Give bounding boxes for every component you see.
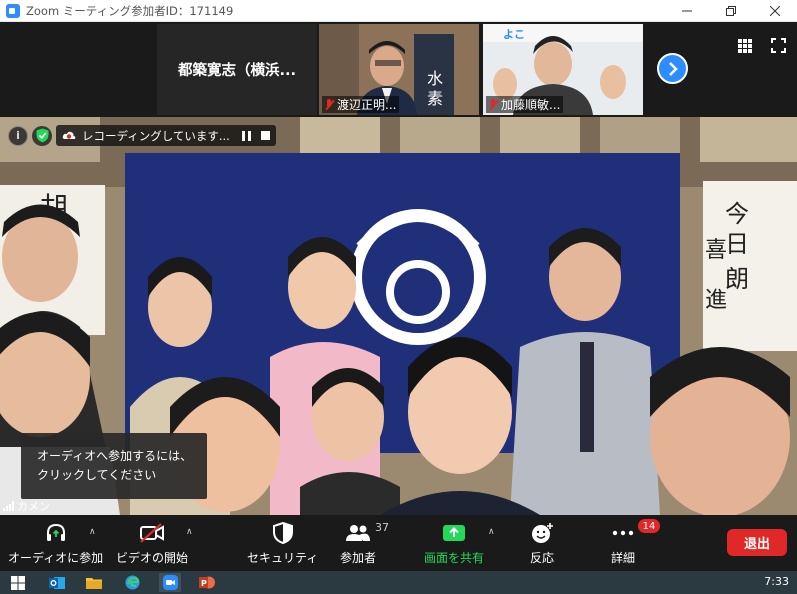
more-label: 詳細 [611, 551, 636, 565]
emoji-reaction-icon [532, 523, 553, 543]
signal-strength-icon [3, 501, 14, 511]
recording-bar: i レコーディングしています... [8, 125, 276, 146]
security-status-icon[interactable] [32, 125, 52, 146]
taskbar-clock: 7:33 [764, 575, 789, 588]
participant-caption: 加藤順敏... [486, 96, 564, 113]
share-screen-icon [443, 525, 465, 541]
fullscreen-icon[interactable] [771, 38, 786, 53]
close-icon [770, 6, 780, 16]
svg-text:今: 今 [725, 200, 749, 228]
participant-tile-video[interactable]: 水 素 渡辺正明... [319, 24, 479, 115]
zoom-logo-icon [6, 3, 20, 18]
window-title: Zoom ミーティング参加者ID：171149 [26, 3, 234, 18]
security-button[interactable]: セキュリティ [247, 521, 318, 569]
participants-icon [346, 525, 370, 541]
edge-icon[interactable] [122, 573, 142, 592]
share-options-caret-icon[interactable]: ∧ [488, 527, 495, 537]
security-label: セキュリティ [247, 551, 319, 565]
participant-name: 都築寛志（横浜... [177, 63, 297, 79]
headphone-icon [46, 523, 65, 541]
next-page-button[interactable] [657, 53, 688, 84]
svg-text:よこ: よこ [503, 28, 525, 41]
zoom-icon[interactable] [159, 573, 181, 592]
share-label: 画面を共有 [424, 551, 485, 565]
window-controls [665, 0, 797, 22]
svg-text:喜: 喜 [705, 238, 727, 263]
share-screen-button[interactable]: 画面を共有 [424, 521, 484, 569]
audio-options-caret-icon[interactable]: ∧ [89, 527, 96, 537]
more-dots-icon [612, 530, 634, 536]
participants-count: 37 [375, 521, 389, 534]
active-speaker-label: カメン [3, 498, 50, 514]
recording-label: レコーディングしています... [82, 128, 230, 143]
stop-recording-button[interactable] [260, 131, 270, 140]
shield-check-icon [36, 128, 48, 143]
reactions-button[interactable]: 反応 [530, 521, 554, 569]
participant-tile-video[interactable]: よこ 加藤順敏... [483, 24, 643, 115]
svg-text:朗: 朗 [725, 265, 749, 293]
participants-label: 参加者 [340, 551, 377, 565]
svg-text:進: 進 [705, 288, 727, 313]
participant-name: 渡辺正明... [337, 98, 397, 112]
more-button[interactable]: 詳細 [611, 521, 635, 569]
file-explorer-icon[interactable] [84, 573, 104, 592]
leave-meeting-button[interactable]: 退出 [727, 529, 787, 556]
audio-label: オーディオに参加 [8, 551, 104, 565]
tooltip-text: オーディオへ参加するには、クリックしてください [37, 449, 193, 482]
cloud-recording-icon [62, 131, 76, 139]
outlook-icon[interactable] [47, 573, 67, 592]
windows-taskbar: P 7:33 [0, 571, 797, 594]
mic-muted-icon [324, 98, 334, 111]
meeting-toolbar: オーディオに参加 ∧ ビデオの開始 ∧ セキュリティ 37 参加者 画面を共有 … [0, 515, 797, 571]
info-icon: i [16, 129, 20, 142]
minimize-button[interactable] [665, 0, 709, 22]
camera-name: カメン [17, 500, 50, 513]
powerpoint-icon[interactable]: P [197, 573, 217, 592]
participant-strip: 都築寛志（横浜... 水 素 渡辺正明... よこ 加藤順敏... [0, 22, 797, 117]
video-label: ビデオの開始 [116, 551, 189, 565]
title-bar: Zoom ミーティング参加者ID：171149 [0, 0, 797, 22]
svg-text:P: P [201, 579, 207, 588]
notification-badge: 14 [638, 519, 660, 533]
video-options-caret-icon[interactable]: ∧ [186, 527, 193, 537]
close-button[interactable] [753, 0, 797, 22]
participant-tile-name-only[interactable]: 都築寛志（横浜... [157, 24, 317, 115]
svg-text:素: 素 [427, 89, 443, 108]
windows-start-icon[interactable] [8, 573, 28, 592]
start-video-button[interactable]: ビデオの開始 [116, 521, 188, 569]
mic-muted-icon [488, 98, 498, 111]
participant-name: 加藤順敏... [501, 98, 561, 112]
reactions-label: 反応 [530, 551, 555, 565]
shield-icon [272, 522, 293, 544]
join-audio-tooltip[interactable]: オーディオへ参加するには、クリックしてください [21, 433, 207, 499]
recording-indicator: レコーディングしています... [56, 125, 276, 146]
video-off-icon [140, 523, 164, 543]
zoom-window: Zoom ミーティング参加者ID：171149 都築寛志（横浜... 水 素 渡… [0, 0, 797, 594]
restore-icon [726, 6, 736, 16]
svg-text:水: 水 [427, 69, 443, 88]
pause-recording-button[interactable] [241, 130, 251, 141]
participants-button[interactable]: 37 参加者 [340, 521, 389, 569]
participant-caption: 渡辺正明... [322, 96, 400, 113]
minimize-icon [682, 10, 692, 12]
chevron-right-icon [668, 61, 678, 76]
meeting-info-button[interactable]: i [8, 125, 28, 146]
gallery-view-icon[interactable] [738, 39, 752, 53]
maximize-button[interactable] [709, 0, 753, 22]
svg-text:日: 日 [725, 230, 749, 258]
